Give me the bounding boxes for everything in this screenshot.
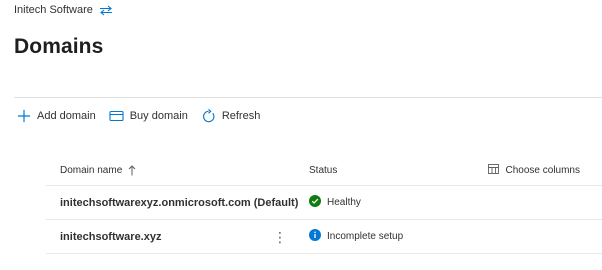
buy-domain-label: Buy domain	[129, 110, 188, 122]
refresh-button[interactable]: Refresh	[201, 108, 261, 124]
table-header: Domain name Status Choose columns	[46, 156, 602, 186]
more-actions-icon[interactable]: ⋮	[273, 220, 287, 253]
info-circle-icon	[309, 229, 321, 244]
choose-columns-button[interactable]: Choose columns	[487, 156, 580, 185]
columns-icon	[487, 163, 500, 178]
status-text: Healthy	[327, 197, 361, 208]
status-cell: Healthy	[309, 186, 361, 219]
refresh-icon	[201, 108, 216, 124]
org-switcher[interactable]: Initech Software	[14, 4, 113, 16]
buy-domain-button[interactable]: Buy domain	[109, 110, 188, 122]
page-title: Domains	[14, 35, 104, 58]
switch-org-icon[interactable]	[99, 5, 113, 16]
refresh-label: Refresh	[221, 110, 261, 122]
org-name: Initech Software	[14, 4, 93, 16]
check-circle-icon	[309, 195, 321, 210]
table-row[interactable]: initechsoftwarexyz.onmicrosoft.com (Defa…	[46, 186, 602, 220]
divider	[14, 97, 602, 98]
domains-table: Domain name Status Choose columns initec…	[46, 156, 602, 254]
column-header-label: Domain name	[60, 165, 123, 176]
status-cell: Incomplete setup	[309, 220, 403, 253]
add-domain-button[interactable]: Add domain	[17, 109, 96, 123]
command-bar: Add domain Buy domain Refresh	[17, 106, 273, 126]
sort-ascending-icon	[128, 165, 136, 176]
column-header-domain-name[interactable]: Domain name	[60, 156, 136, 185]
table-row[interactable]: initechsoftware.xyz ⋮ Incomplete setup	[46, 220, 602, 254]
column-header-status[interactable]: Status	[309, 156, 337, 185]
status-text: Incomplete setup	[327, 231, 404, 242]
column-header-label: Status	[309, 165, 338, 176]
choose-columns-label: Choose columns	[505, 165, 580, 176]
domain-name-link[interactable]: initechsoftware.xyz	[60, 231, 161, 243]
add-icon	[17, 109, 31, 123]
add-domain-label: Add domain	[37, 110, 96, 122]
card-icon	[109, 110, 124, 122]
domain-name-link[interactable]: initechsoftwarexyz.onmicrosoft.com (Defa…	[60, 197, 298, 209]
